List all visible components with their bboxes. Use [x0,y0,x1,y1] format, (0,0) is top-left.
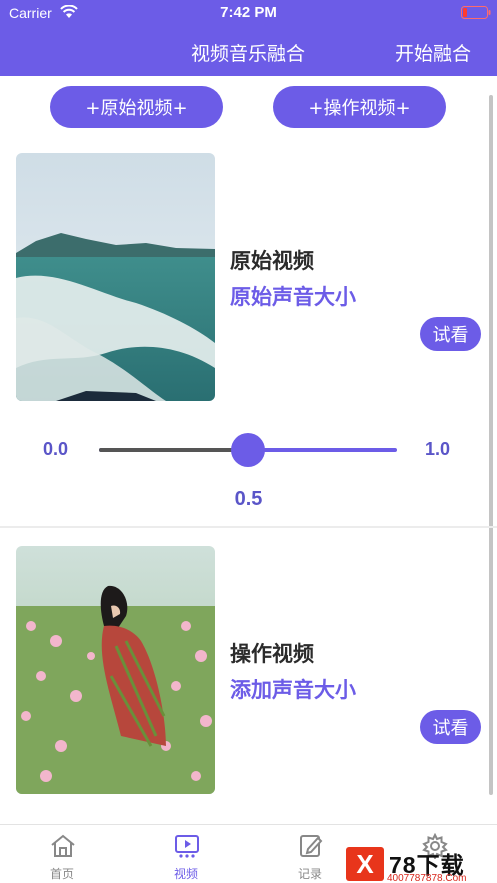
status-bar: Carrier 7:42 PM [0,0,497,28]
card-subtitle-operate: 添加声音大小 [230,678,356,702]
sea-photo-image [16,153,215,401]
status-time: 7:42 PM [220,4,277,21]
section-divider [0,526,497,528]
start-merge-button[interactable]: 开始融合 [395,39,471,66]
slider-filled-track [99,448,248,452]
video-icon [175,835,199,858]
card-subtitle-original: 原始声音大小 [230,285,356,309]
flower-field-photo-image [16,546,215,794]
slider-min-label: 0.0 [43,439,69,459]
watermark-x-mark: X [346,847,384,881]
watermark-logo: X 78下载 4007787878.Com [343,846,497,883]
battery-icon [461,6,491,19]
tab-home[interactable]: 首页 [0,825,124,883]
edit-icon [300,835,323,857]
scroll-indicator[interactable] [489,95,493,795]
add-original-video-button[interactable]: +原始视频+ [50,86,223,128]
card-title-operate: 操作视频 [230,642,314,666]
volume-slider[interactable] [99,433,397,467]
home-icon [51,834,75,857]
preview-original-button[interactable]: 试看 [420,317,481,351]
slider-value: 0.5 [234,488,263,510]
navigation-bar: 视频音乐融合 开始融合 [0,28,497,76]
operate-video-thumbnail[interactable] [16,546,215,794]
tab-video[interactable]: 视频 [124,825,248,883]
watermark-url: 4007787878.Com [387,873,467,883]
preview-operate-button[interactable]: 试看 [420,710,481,744]
slider-thumb[interactable] [231,433,265,467]
original-video-thumbnail[interactable] [16,153,215,401]
slider-max-label: 1.0 [425,439,451,459]
page-title: 视频音乐融合 [190,43,305,65]
tab-label-home: 首页 [49,867,74,881]
tab-label-video: 视频 [173,867,198,881]
add-operate-video-button[interactable]: +操作视频+ [273,86,446,128]
card-title-original: 原始视频 [230,249,314,273]
